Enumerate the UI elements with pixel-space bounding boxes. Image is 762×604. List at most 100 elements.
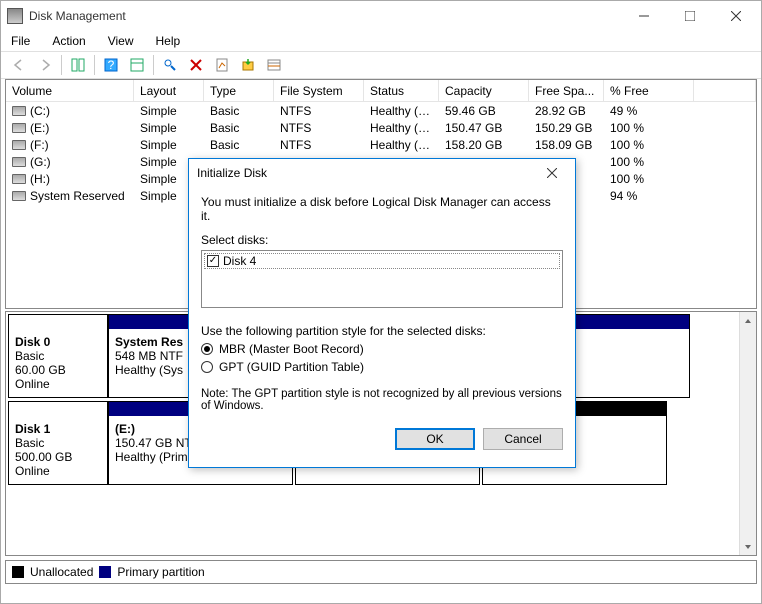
scroll-down-icon[interactable] — [740, 538, 757, 555]
list-button[interactable] — [262, 53, 286, 77]
volume-row[interactable]: (E:)SimpleBasicNTFSHealthy (P...150.47 G… — [6, 119, 756, 136]
legend-swatch-primary — [99, 566, 111, 578]
initialize-disk-dialog: Initialize Disk You must initialize a di… — [188, 158, 576, 468]
partition-style-label: Use the following partition style for th… — [201, 324, 563, 338]
volume-cell-cap: 158.20 GB — [439, 137, 529, 153]
menu-file[interactable]: File — [7, 32, 34, 50]
drive-icon — [12, 123, 26, 133]
close-button[interactable] — [713, 2, 759, 30]
volume-cell-status: Healthy (P... — [364, 120, 439, 136]
volume-cell-layout: Simple — [134, 103, 204, 119]
dialog-close-button[interactable] — [537, 165, 567, 181]
drive-icon — [12, 157, 26, 167]
show-hide-button[interactable] — [66, 53, 90, 77]
drive-icon — [12, 106, 26, 116]
select-disks-label: Select disks: — [201, 233, 563, 247]
volume-cell-type: Basic — [204, 120, 274, 136]
maximize-button[interactable] — [667, 2, 713, 30]
drive-icon — [12, 140, 26, 150]
volume-row[interactable]: (C:)SimpleBasicNTFSHealthy (B...59.46 GB… — [6, 102, 756, 119]
disk-item-label: Disk 4 — [223, 254, 256, 268]
gpt-option[interactable]: GPT (GUID Partition Table) — [201, 360, 563, 374]
volume-cell-cap: 150.47 GB — [439, 120, 529, 136]
menu-help[interactable]: Help — [152, 32, 185, 50]
scroll-up-icon[interactable] — [740, 312, 757, 329]
volume-cell-fs: NTFS — [274, 137, 364, 153]
scrollbar[interactable] — [739, 312, 756, 555]
volume-cell-name: System Reserved — [6, 188, 134, 204]
settings-button[interactable] — [125, 53, 149, 77]
titlebar: Disk Management — [1, 1, 761, 31]
volume-cell-type: Basic — [204, 103, 274, 119]
column-header-volume[interactable]: Volume — [6, 80, 134, 101]
volume-cell-pfree: 49 % — [604, 103, 694, 119]
volume-cell-name: (H:) — [6, 171, 134, 187]
column-header-layout[interactable]: Layout — [134, 80, 204, 101]
volume-cell-free: 28.92 GB — [529, 103, 604, 119]
legend-primary: Primary partition — [117, 565, 204, 579]
disk-info[interactable]: Disk 1Basic500.00 GBOnline — [8, 401, 108, 485]
volume-cell-pfree: 100 % — [604, 120, 694, 136]
legend-unallocated: Unallocated — [30, 565, 93, 579]
dialog-note: Note: The GPT partition style is not rec… — [201, 388, 563, 412]
radio-gpt[interactable] — [201, 361, 213, 373]
disk-listbox[interactable]: ✓ Disk 4 — [201, 250, 563, 308]
column-header-status[interactable]: Status — [364, 80, 439, 101]
menubar: File Action View Help — [1, 31, 761, 51]
volume-cell-name: (F:) — [6, 137, 134, 153]
gpt-label: GPT (GUID Partition Table) — [219, 360, 364, 374]
ok-button[interactable]: OK — [395, 428, 475, 450]
disk-info[interactable]: Disk 0Basic60.00 GBOnline — [8, 314, 108, 398]
volume-cell-type: Basic — [204, 137, 274, 153]
volume-cell-free: 158.09 GB — [529, 137, 604, 153]
column-header-pfree[interactable]: % Free — [604, 80, 694, 101]
app-icon — [7, 8, 23, 24]
cancel-button[interactable]: Cancel — [483, 428, 563, 450]
properties-button[interactable] — [210, 53, 234, 77]
radio-mbr[interactable] — [201, 343, 213, 355]
volume-cell-pfree: 94 % — [604, 188, 694, 204]
forward-button[interactable] — [33, 53, 57, 77]
volume-cell-status: Healthy (B... — [364, 103, 439, 119]
help-button[interactable]: ? — [99, 53, 123, 77]
separator — [94, 55, 95, 75]
volume-cell-name: (G:) — [6, 154, 134, 170]
volume-cell-pfree: 100 % — [604, 137, 694, 153]
volume-cell-fs: NTFS — [274, 120, 364, 136]
disk-checkbox[interactable]: ✓ — [207, 255, 219, 267]
mbr-label: MBR (Master Boot Record) — [219, 342, 364, 356]
toolbar: ? — [1, 51, 761, 79]
volume-cell-cap: 59.46 GB — [439, 103, 529, 119]
volume-cell-name: (C:) — [6, 103, 134, 119]
minimize-button[interactable] — [621, 2, 667, 30]
column-header-type[interactable]: Type — [204, 80, 274, 101]
mbr-option[interactable]: MBR (Master Boot Record) — [201, 342, 563, 356]
drive-icon — [12, 191, 26, 201]
volume-cell-free: 150.29 GB — [529, 120, 604, 136]
window-title: Disk Management — [29, 9, 621, 23]
volume-cell-pfree: 100 % — [604, 154, 694, 170]
volume-cell-pfree: 100 % — [604, 171, 694, 187]
legend: Unallocated Primary partition — [5, 560, 757, 584]
action-button[interactable] — [236, 53, 260, 77]
volume-cell-name: (E:) — [6, 120, 134, 136]
svg-text:?: ? — [108, 58, 115, 72]
volume-cell-layout: Simple — [134, 120, 204, 136]
disk-list-item[interactable]: ✓ Disk 4 — [204, 253, 560, 269]
column-header-fs[interactable]: File System — [274, 80, 364, 101]
dialog-message: You must initialize a disk before Logica… — [201, 195, 563, 223]
separator — [61, 55, 62, 75]
volume-row[interactable]: (F:)SimpleBasicNTFSHealthy (P...158.20 G… — [6, 136, 756, 153]
back-button[interactable] — [7, 53, 31, 77]
menu-view[interactable]: View — [104, 32, 138, 50]
column-header-free[interactable]: Free Spa... — [529, 80, 604, 101]
refresh-button[interactable] — [158, 53, 182, 77]
drive-icon — [12, 174, 26, 184]
delete-button[interactable] — [184, 53, 208, 77]
volume-cell-fs: NTFS — [274, 103, 364, 119]
separator — [153, 55, 154, 75]
column-header-capacity[interactable]: Capacity — [439, 80, 529, 101]
menu-action[interactable]: Action — [48, 32, 89, 50]
dialog-title: Initialize Disk — [197, 166, 537, 180]
legend-swatch-unallocated — [12, 566, 24, 578]
